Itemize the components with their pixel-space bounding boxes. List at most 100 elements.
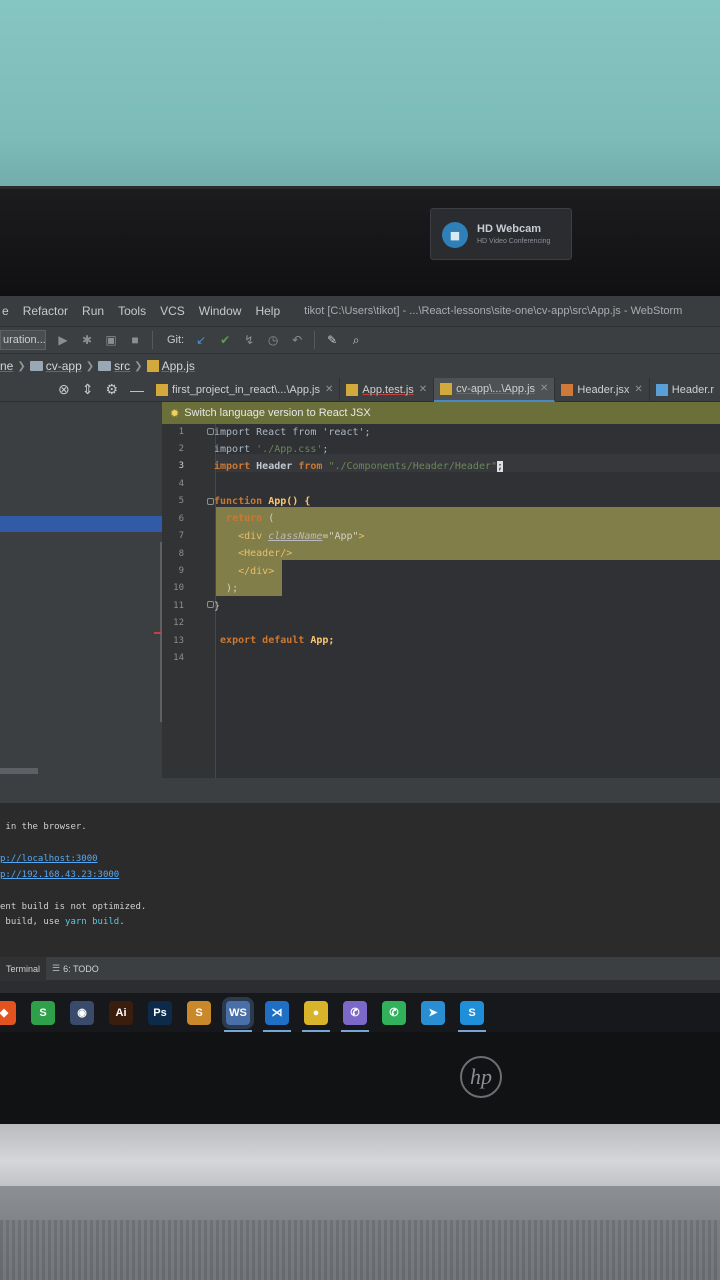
taskbar-chrome-icon[interactable]: ● (302, 1000, 330, 1032)
taskbar-illustrator-icon[interactable]: Ai (109, 1000, 133, 1025)
git-compare-icon[interactable]: ↯ (242, 333, 256, 347)
chevron-right-icon: ❯ (85, 360, 95, 372)
background-wall (0, 0, 720, 200)
terminal-text: build, use (0, 917, 66, 927)
language-switch-banner[interactable]: ✹ Switch language version to React JSX (162, 402, 720, 424)
toolbar-separator (152, 331, 153, 349)
code-attribute: className (268, 531, 323, 542)
menu-item-help[interactable]: Help (255, 304, 280, 318)
project-tree-selected-row[interactable] (0, 516, 162, 532)
tab-header-jsx[interactable]: Header.jsx ✕ (555, 377, 650, 402)
taskbar-viber-icon[interactable]: ✆ (341, 1000, 369, 1032)
code-text: ); (226, 583, 239, 594)
git-update-icon[interactable]: ↙ (194, 333, 208, 347)
webcam-sticker: ■ HD Webcam HD Video Conferencing (430, 208, 572, 260)
git-revert-icon[interactable]: ↶ (290, 333, 304, 347)
terminal-link-network[interactable]: p://192.168.43.23:3000 (0, 870, 119, 880)
code-tag: </div> (238, 566, 275, 577)
window-title: tikot [C:\Users\tikot] - ...\React-lesso… (304, 305, 683, 317)
code-text: ( (262, 513, 275, 524)
terminal-panel[interactable]: in the browser. p://localhost:3000 p://1… (0, 804, 720, 956)
close-icon[interactable]: ✕ (634, 384, 642, 395)
fold-marker-icon[interactable] (207, 498, 214, 505)
coverage-icon[interactable]: ▣ (104, 333, 118, 347)
lightbulb-icon: ✹ (170, 407, 180, 420)
tab-label: App.test.js (362, 383, 414, 396)
project-tree-pane[interactable] (0, 402, 172, 778)
chevron-right-icon: ❯ (17, 360, 26, 372)
monitor-bezel-top (0, 186, 720, 298)
menu-item-window[interactable]: Window (199, 304, 242, 318)
fold-marker-icon[interactable] (207, 428, 214, 435)
terminal-line: ent build is not optimized. (0, 902, 147, 912)
line-number: 6 (178, 514, 184, 524)
git-history-icon[interactable]: ◷ (266, 333, 280, 347)
menu-item-vcs[interactable]: VCS (160, 304, 185, 318)
terminal-text: . (119, 917, 125, 927)
taskbar-telegram-icon[interactable]: ➤ (421, 1000, 445, 1025)
breadcrumb-item-cv-app[interactable]: cv-app (29, 359, 82, 373)
tab-label: Header.jsx (577, 383, 630, 396)
breadcrumb: ne ❯ cv-app ❯ src ❯ App.js (0, 354, 720, 378)
taskbar-brave-icon[interactable]: ◆ (0, 1000, 16, 1025)
gear-icon[interactable]: ⚙ (105, 381, 118, 398)
line-number: 11 (173, 601, 184, 611)
banner-text[interactable]: Switch language version to React JSX (184, 407, 371, 419)
settings-wrench-icon[interactable]: ✎ (325, 333, 339, 347)
taskbar-whatsapp-icon[interactable]: ✆ (382, 1000, 406, 1025)
menu-item-run[interactable]: Run (82, 304, 104, 318)
line-number: 3 (178, 461, 184, 471)
tab-terminal[interactable]: Terminal (0, 956, 47, 981)
code-keyword: import (214, 461, 251, 472)
menu-item-edit[interactable]: e (2, 304, 9, 318)
code-editor[interactable]: 1 2 3 4 5 6 7 8 9 10 11 12 13 14 import … (162, 424, 720, 778)
close-icon[interactable]: ✕ (540, 383, 548, 394)
tab-first-project-app-js[interactable]: first_project_in_react\...\App.js ✕ (150, 377, 341, 402)
hide-icon[interactable]: — (130, 382, 144, 398)
editor-gutter: 1 2 3 4 5 6 7 8 9 10 11 12 13 14 (162, 424, 216, 778)
code-tag: <div (238, 531, 263, 542)
terminal-link-localhost[interactable]: p://localhost:3000 (0, 854, 98, 864)
taskbar-vscode-icon[interactable]: ⋊ (263, 1000, 291, 1032)
taskbar-photoshop-icon[interactable]: Ps (148, 1000, 172, 1025)
editor-tab-bar: ⊗ ⇕ ⚙ — first_project_in_react\...\App.j… (0, 377, 720, 402)
code-text: } (214, 601, 221, 612)
webcam-icon: ■ (442, 222, 468, 248)
code-line-13: export default App; (214, 632, 334, 649)
close-icon[interactable]: ✕ (325, 384, 333, 395)
tab-todo[interactable]: ☰ 6: TODO (46, 957, 105, 981)
tab-cv-app-app-js[interactable]: cv-app\...\App.js ✕ (434, 377, 556, 402)
fold-marker-icon[interactable] (207, 601, 214, 608)
code-keyword: from (298, 461, 323, 472)
tab-label: 6: TODO (63, 963, 99, 974)
taskbar-skype-icon[interactable]: S (458, 1000, 486, 1032)
tab-app-test-js[interactable]: App.test.js ✕ (340, 377, 435, 402)
taskbar-webstorm-icon[interactable]: WS (224, 1000, 252, 1032)
breadcrumb-item-file[interactable]: App.js (146, 359, 195, 373)
git-commit-icon[interactable]: ✔ (218, 333, 232, 347)
taskbar-s-app-icon[interactable]: S (31, 1000, 55, 1025)
code-string: "App" (328, 531, 359, 542)
run-icon[interactable]: ▶ (56, 333, 70, 347)
tab-label: Terminal (6, 963, 41, 974)
menu-item-tools[interactable]: Tools (118, 304, 146, 318)
code-text: ; (497, 461, 504, 472)
tool-window-bar: Terminal ☰ 6: TODO (0, 956, 720, 981)
tab-header-r[interactable]: Header.r (650, 378, 720, 402)
line-number: 7 (178, 531, 184, 541)
menu-item-refactor[interactable]: Refactor (23, 304, 68, 318)
close-icon[interactable]: ✕ (419, 384, 427, 395)
run-configuration-select[interactable]: uration... (0, 330, 46, 350)
code-identifier: Header (256, 461, 293, 472)
taskbar-resolve-icon[interactable]: ◉ (70, 1000, 94, 1025)
project-pane-hscrollbar[interactable] (0, 768, 38, 774)
debug-icon[interactable]: ✱ (80, 333, 94, 347)
collapse-icon[interactable]: ⇕ (82, 381, 94, 398)
search-icon[interactable]: ⌕ (349, 333, 363, 348)
react-file-icon (655, 383, 668, 396)
taskbar-sublime-icon[interactable]: S (187, 1000, 211, 1025)
breadcrumb-item-src[interactable]: src (98, 359, 130, 373)
breadcrumb-item-project[interactable]: ne (0, 359, 13, 373)
locate-icon[interactable]: ⊗ (58, 381, 70, 398)
stop-icon[interactable]: ■ (128, 333, 142, 347)
